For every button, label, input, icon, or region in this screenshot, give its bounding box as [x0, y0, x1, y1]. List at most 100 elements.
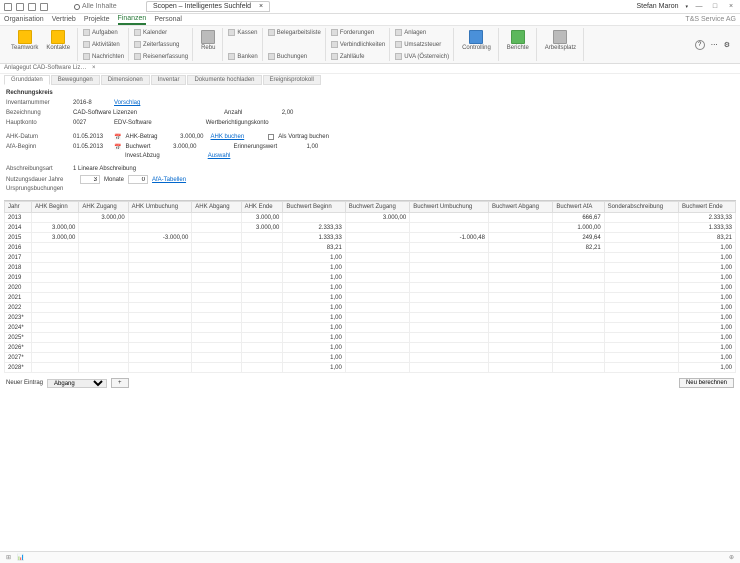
cell-year: 2027*: [5, 353, 32, 363]
help-icon[interactable]: ?: [695, 40, 705, 50]
subtab-dimensionen[interactable]: Dimensionen: [101, 75, 150, 85]
ribbon-teamwork[interactable]: Teamwork: [8, 29, 41, 52]
nav-refresh-icon[interactable]: [40, 3, 48, 11]
ribbon-banken[interactable]: Banken: [228, 53, 257, 60]
table-header[interactable]: Buchwert Zugang: [345, 202, 409, 213]
ribbon-arbeitsplatz[interactable]: Arbeitsplatz: [542, 29, 579, 52]
table-header[interactable]: AHK Beginn: [32, 202, 79, 213]
calendar-icon[interactable]: 📅: [114, 134, 121, 141]
table-row[interactable]: 20143.000,003.000,002.333,331.000,001.33…: [5, 223, 736, 233]
menu-personal[interactable]: Personal: [154, 16, 182, 23]
more-icon[interactable]: ⋯: [711, 41, 718, 49]
ribbon-kontakte[interactable]: Kontakte: [43, 29, 73, 52]
window-tab[interactable]: Scopen – Intelligentes Suchfeld ×: [146, 1, 270, 12]
ribbon-forderungen[interactable]: Forderungen: [331, 29, 385, 36]
nav-forward-icon[interactable]: [16, 3, 24, 11]
monate-input[interactable]: [128, 175, 148, 184]
table-row[interactable]: 20133.000,003.000,003.000,00666,672.333,…: [5, 213, 736, 223]
table-header[interactable]: AHK Umbuchung: [128, 202, 192, 213]
cell: 1.333,33: [679, 223, 736, 233]
table-row[interactable]: 20181,001,00: [5, 263, 736, 273]
ribbon-rebu[interactable]: Rebu: [198, 29, 218, 52]
table-header[interactable]: AHK Ende: [241, 202, 283, 213]
als-vortrag-checkbox[interactable]: [268, 134, 274, 140]
ribbon-zeiterfassung[interactable]: Zeiterfassung: [134, 41, 188, 48]
search-input[interactable]: [82, 3, 132, 10]
table-row[interactable]: 2023*1,001,00: [5, 313, 736, 323]
vorschlag-link[interactable]: Vorschlag: [114, 100, 140, 106]
status-icon-2[interactable]: 📊: [17, 554, 24, 561]
table-row[interactable]: 20171,001,00: [5, 253, 736, 263]
cell: [241, 313, 283, 323]
invest-abzug-label: Invest.Abzug: [125, 153, 160, 159]
ribbon-belegarbeitsliste[interactable]: Belegarbeitsliste: [268, 29, 321, 36]
close-tab-icon[interactable]: ×: [259, 3, 263, 10]
table-row[interactable]: 2026*1,001,00: [5, 343, 736, 353]
ribbon-aufgaben[interactable]: Aufgaben: [83, 29, 124, 36]
table-header[interactable]: AHK Abgang: [192, 202, 241, 213]
table-header[interactable]: Sonderabschreibung: [604, 202, 678, 213]
subtab-ereignis[interactable]: Ereignisprotokoll: [263, 75, 321, 85]
table-header[interactable]: Jahr: [5, 202, 32, 213]
afa-tabellen-link[interactable]: AfA-Tabellen: [152, 177, 186, 183]
menu-organisation[interactable]: Organisation: [4, 16, 44, 23]
subtab-grunddaten[interactable]: Grunddaten: [4, 75, 50, 85]
cell: [192, 283, 241, 293]
calendar-icon-2[interactable]: 📅: [114, 144, 121, 151]
ribbon-nachrichten[interactable]: Nachrichten: [83, 53, 124, 60]
table-row[interactable]: 2028*1,001,00: [5, 363, 736, 373]
ribbon-kalender[interactable]: Kalender: [134, 29, 188, 36]
ribbon-aktivitaeten[interactable]: Aktivitäten: [83, 41, 124, 48]
table-row[interactable]: 20191,001,00: [5, 273, 736, 283]
add-entry-button[interactable]: +: [111, 378, 129, 388]
table-row[interactable]: 2027*1,001,00: [5, 353, 736, 363]
subtab-inventar[interactable]: Inventar: [151, 75, 187, 85]
neuer-eintrag-select[interactable]: Abgang: [47, 379, 107, 388]
status-right-icon[interactable]: ⊕: [729, 554, 734, 561]
table-row[interactable]: 20211,001,00: [5, 293, 736, 303]
status-icon-1[interactable]: ⊞: [6, 554, 11, 561]
ahk-buchen-link[interactable]: AHK buchen: [211, 134, 245, 140]
nav-up-icon[interactable]: [28, 3, 36, 11]
ribbon-uva[interactable]: UVA (Österreich): [395, 53, 449, 60]
cell: [604, 353, 678, 363]
menu-projekte[interactable]: Projekte: [84, 16, 110, 23]
ribbon-verbindlichkeiten[interactable]: Verbindlichkeiten: [331, 41, 385, 48]
table-row[interactable]: 201683,2182,211,00: [5, 243, 736, 253]
ribbon-umsatzsteuer[interactable]: Umsatzsteuer: [395, 41, 449, 48]
table-header[interactable]: Buchwert AfA: [553, 202, 604, 213]
table-row[interactable]: 20153.000,00-3.000,001.333,33-1.000,4824…: [5, 233, 736, 243]
table-header[interactable]: Buchwert Umbuchung: [410, 202, 489, 213]
table-header[interactable]: Buchwert Abgang: [488, 202, 552, 213]
settings-icon[interactable]: ⚙: [724, 41, 730, 49]
subtab-bewegungen[interactable]: Bewegungen: [51, 75, 100, 85]
jahre-input[interactable]: [80, 175, 100, 184]
neu-berechnen-button[interactable]: Neu berechnen: [679, 378, 734, 388]
user-dropdown-icon[interactable]: [684, 3, 688, 10]
table-header[interactable]: Buchwert Beginn: [283, 202, 345, 213]
auswahl-link[interactable]: Auswahl: [208, 153, 231, 159]
ribbon-zahllaeufe[interactable]: Zahlläufe: [331, 53, 385, 60]
table-row[interactable]: 20201,001,00: [5, 283, 736, 293]
cell: [553, 263, 604, 273]
ribbon-buchungen[interactable]: Buchungen: [268, 53, 321, 60]
table-row[interactable]: 20221,001,00: [5, 303, 736, 313]
close-icon[interactable]: ×: [726, 3, 736, 11]
ribbon-berichte[interactable]: Berichte: [504, 29, 532, 52]
menu-finanzen[interactable]: Finanzen: [118, 15, 147, 25]
ribbon-kassen[interactable]: Kassen: [228, 29, 257, 36]
table-header[interactable]: AHK Zugang: [79, 202, 128, 213]
cell: [553, 273, 604, 283]
table-row[interactable]: 2024*1,001,00: [5, 323, 736, 333]
nav-back-icon[interactable]: [4, 3, 12, 11]
table-row[interactable]: 2025*1,001,00: [5, 333, 736, 343]
breadcrumb-close-icon[interactable]: ×: [92, 65, 96, 71]
ribbon-reisen[interactable]: Reisenerfassung: [134, 53, 188, 60]
maximize-icon[interactable]: □: [710, 3, 720, 11]
minimize-icon[interactable]: —: [694, 3, 704, 11]
ribbon-controlling[interactable]: Controlling: [459, 29, 494, 52]
table-header[interactable]: Buchwert Ende: [679, 202, 736, 213]
ribbon-anlagen[interactable]: Anlagen: [395, 29, 449, 36]
menu-vertrieb[interactable]: Vertrieb: [52, 16, 76, 23]
subtab-dokumente[interactable]: Dokumente hochladen: [187, 75, 261, 85]
